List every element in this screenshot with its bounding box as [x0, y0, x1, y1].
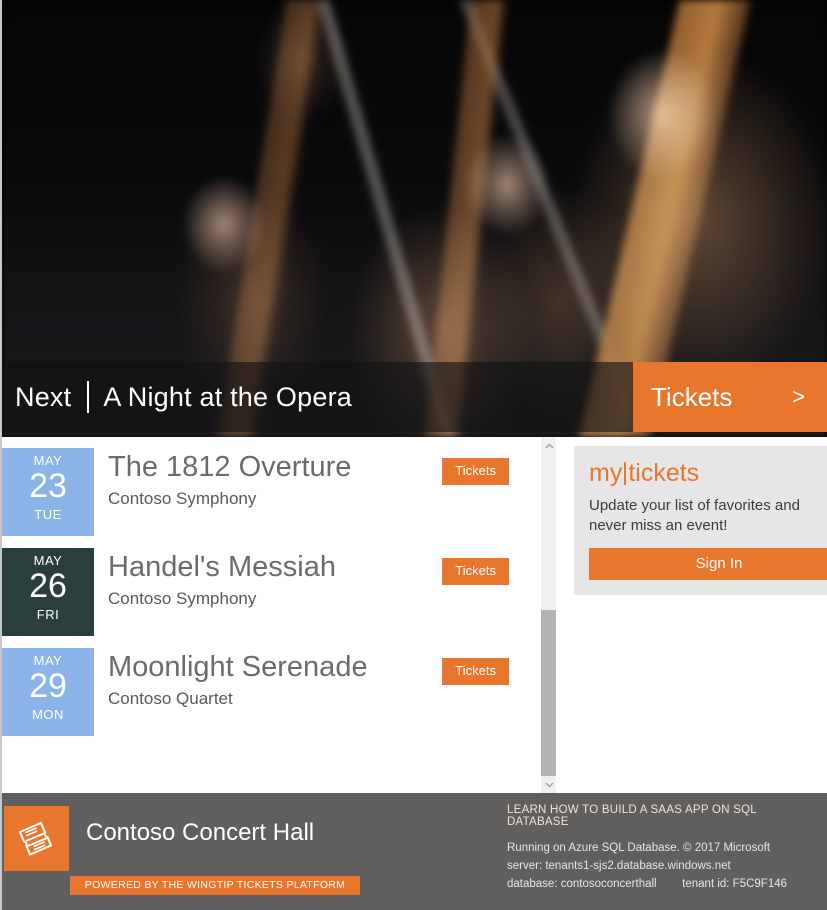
my-tickets-logo-second: tickets [628, 459, 700, 487]
venue-name: Contoso Concert Hall [86, 819, 315, 846]
running-on-text: Running on Azure SQL Database. © 2017 Mi… [507, 842, 771, 854]
date-dow: FRI [36, 606, 60, 622]
footer-metadata: Running on Azure SQL Database. © 2017 Mi… [507, 839, 819, 893]
powered-by-banner[interactable]: POWERED BY THE WINGTIP TICKETS PLATFORM [70, 876, 360, 895]
date-dow: MON [32, 706, 64, 722]
event-tickets-button[interactable]: Tickets [442, 558, 509, 586]
sidebar-column: my tickets Update your list of favorites … [556, 437, 827, 793]
event-title: The 1812 Overture [108, 451, 352, 483]
scroll-thumb[interactable] [541, 610, 556, 776]
chevron-right-icon: > [792, 384, 805, 409]
event-info: Moonlight Serenade Contoso Quartet [94, 648, 442, 709]
date-tile: MAY 29 MON [2, 648, 94, 736]
my-tickets-logo-first: my [589, 459, 623, 487]
events-scrollbar[interactable] [540, 437, 556, 793]
event-performer: Contoso Quartet [108, 689, 233, 709]
event-info: Handel's Messiah Contoso Symphony [94, 548, 442, 609]
date-month: MAY [33, 553, 63, 568]
event-title: Handel's Messiah [108, 551, 336, 583]
next-event-title: A Night at the Opera [103, 381, 352, 412]
date-day: 23 [29, 467, 67, 505]
main-content: SAT MAY 23 TUE The 1812 Overture Contoso… [2, 437, 827, 793]
next-event-info: Next A Night at the Opera [2, 362, 633, 432]
date-month: MAY [33, 453, 63, 468]
event-tickets-button[interactable]: Tickets [442, 658, 509, 686]
venue-logo [4, 806, 69, 871]
chevron-down-icon [545, 782, 553, 787]
tickets-icon [18, 821, 52, 856]
learn-more-link[interactable]: LEARN HOW TO BUILD A SAAS APP ON SQL DAT… [507, 804, 819, 828]
date-day: 29 [29, 667, 67, 705]
event-tickets-button[interactable]: Tickets [442, 458, 509, 486]
list-item[interactable]: MAY 26 FRI Handel's Messiah Contoso Symp… [2, 548, 540, 636]
hero-tickets-label: Tickets [651, 381, 733, 412]
server-text: server: tenants1-sjs2.database.windows.n… [507, 860, 731, 873]
next-divider [87, 381, 90, 413]
date-tile: MAY 26 FRI [2, 548, 94, 636]
my-tickets-panel: my tickets Update your list of favorites … [574, 446, 827, 595]
list-item[interactable]: MAY 23 TUE The 1812 Overture Contoso Sym… [2, 448, 540, 536]
chevron-up-icon [545, 443, 553, 448]
database-text: database: contosoconcerthall tenant id: … [507, 878, 788, 891]
event-info: The 1812 Overture Contoso Symphony [94, 448, 442, 509]
hero-tickets-button[interactable]: Tickets > [633, 362, 827, 432]
logo-divider [624, 462, 627, 485]
date-month: MAY [33, 653, 63, 668]
event-performer: Contoso Symphony [108, 489, 257, 509]
list-item[interactable]: MAY 29 MON Moonlight Serenade Contoso Qu… [2, 648, 540, 736]
hero-next-event-bar: Next A Night at the Opera Tickets > [2, 362, 827, 432]
next-label: Next [15, 381, 72, 412]
my-tickets-logo: my tickets [589, 461, 827, 486]
date-day: 26 [29, 567, 67, 605]
event-performer: Contoso Symphony [108, 589, 257, 609]
events-column: SAT MAY 23 TUE The 1812 Overture Contoso… [2, 437, 556, 793]
page-footer: Contoso Concert Hall POWERED BY THE WING… [2, 793, 827, 910]
app-page: Next A Night at the Opera Tickets > SAT [0, 0, 827, 910]
events-list: SAT MAY 23 TUE The 1812 Overture Contoso… [2, 437, 540, 793]
date-tile: MAY 23 TUE [2, 448, 94, 536]
scroll-down-button[interactable] [541, 776, 556, 793]
scroll-up-button[interactable] [541, 437, 556, 454]
hero-banner: Next A Night at the Opera Tickets > [2, 0, 827, 437]
event-title: Moonlight Serenade [108, 651, 368, 683]
sign-in-button[interactable]: Sign In [589, 547, 827, 580]
footer-info: LEARN HOW TO BUILD A SAAS APP ON SQL DAT… [507, 804, 819, 893]
my-tickets-description: Update your list of favorites and never … [589, 497, 800, 535]
date-dow: TUE [34, 506, 62, 522]
